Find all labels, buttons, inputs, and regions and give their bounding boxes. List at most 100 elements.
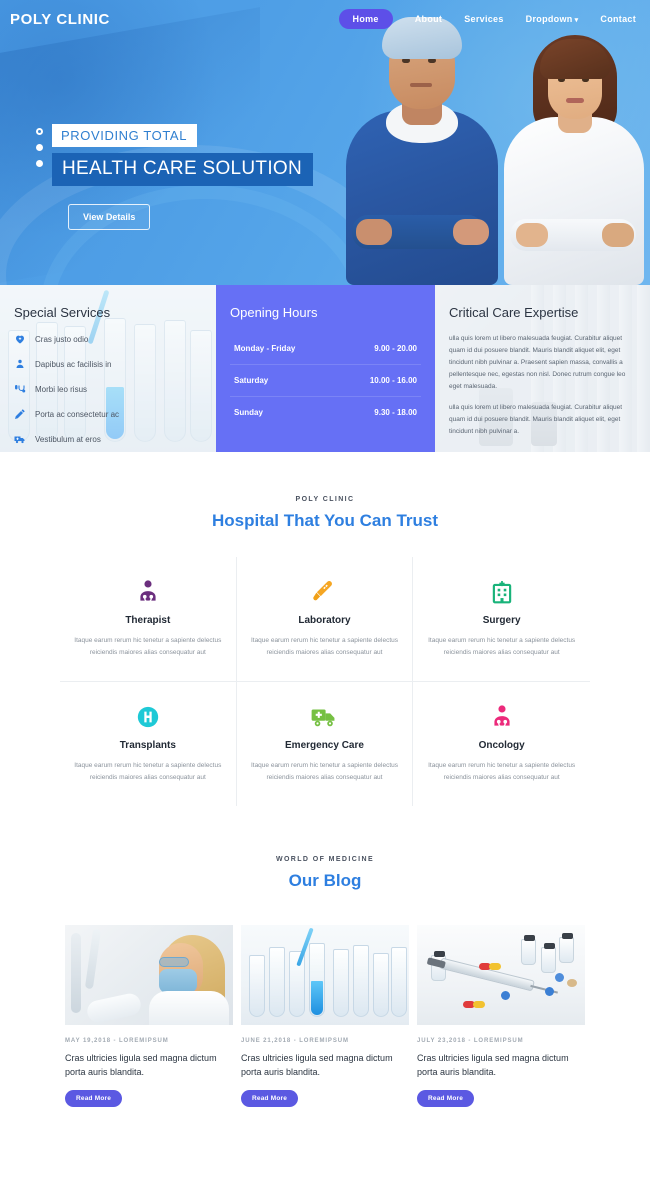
service-description: Itaque earum rerum hic tenetur a sapient… — [74, 637, 222, 657]
special-services-title: Special Services — [14, 305, 111, 320]
feature-panels: Special Services Cras justo odio Dapibus… — [0, 285, 650, 452]
blog-title: Our Blog — [288, 871, 362, 891]
list-item[interactable]: Porta ac consectetur ac — [14, 408, 202, 420]
male-doctor-figure — [340, 17, 505, 285]
special-services-panel: Special Services Cras justo odio Dapibus… — [0, 285, 216, 452]
services-eyebrow: POLY CLINIC — [295, 496, 355, 503]
blog-post-card[interactable]: MAY 19,2018 - LOREMIPSUM Cras ultricies … — [65, 925, 233, 1107]
nav-item-contact[interactable]: Contact — [600, 14, 636, 24]
hours-day: Monday - Friday — [234, 344, 296, 353]
site-brand-logo[interactable]: POLY CLINIC — [10, 11, 110, 28]
critical-care-paragraph: ulla quis lorem ut libero malesuada feug… — [449, 335, 626, 391]
service-description: Itaque earum rerum hic tenetur a sapient… — [428, 637, 576, 657]
hero-banner: POLY CLINIC Home About Services Dropdown… — [0, 0, 650, 285]
view-details-button[interactable]: View Details — [68, 204, 151, 230]
list-item-label: Morbi leo risus — [35, 384, 88, 394]
service-card-surgery[interactable]: Surgery Itaque earum rerum hic tenetur a… — [413, 557, 590, 683]
hours-day: Sunday — [234, 408, 263, 417]
service-description: Itaque earum rerum hic tenetur a sapient… — [250, 637, 399, 657]
slider-dots[interactable] — [36, 128, 43, 167]
table-row: Sunday 9.30 - 18.00 — [230, 397, 421, 428]
hero-content: PROVIDING TOTAL HEALTH CARE SOLUTION Vie… — [36, 124, 314, 230]
list-item[interactable]: Dapibus ac facilisis in — [14, 358, 202, 370]
hero-subtitle: PROVIDING TOTAL — [52, 124, 198, 147]
ambulance-green-icon — [312, 709, 335, 727]
service-card-therapist[interactable]: Therapist Itaque earum rerum hic tenetur… — [60, 557, 237, 683]
ambulance-icon — [14, 436, 25, 444]
service-card-emergency[interactable]: Emergency Care Itaque earum rerum hic te… — [237, 682, 414, 807]
blog-meta: JULY 23,2018 - LOREMIPSUM — [417, 1038, 524, 1045]
critical-care-title: Critical Care Expertise — [449, 305, 579, 320]
services-grid: Therapist Itaque earum rerum hic tenetur… — [60, 557, 590, 807]
nav-label: Contact — [600, 14, 636, 24]
blog-thumbnail-syringe-vials[interactable] — [417, 925, 585, 1026]
main-navigation: POLY CLINIC Home About Services Dropdown… — [0, 0, 650, 38]
blog-grid: MAY 19,2018 - LOREMIPSUM Cras ultricies … — [65, 925, 585, 1107]
services-section-header: POLY CLINIC Hospital That You Can Trust — [0, 452, 650, 531]
female-doctor-figure — [500, 17, 650, 285]
service-card-transplants[interactable]: Transplants Itaque earum rerum hic tenet… — [60, 682, 237, 807]
service-name: Oncology — [478, 740, 525, 752]
list-item[interactable]: Cras justo odio — [14, 333, 202, 345]
blog-post-card[interactable]: JULY 23,2018 - LOREMIPSUM Cras ultricies… — [417, 925, 585, 1107]
service-name: Surgery — [482, 615, 521, 626]
blog-eyebrow: WORLD OF MEDICINE — [275, 856, 375, 864]
hours-day: Saturday — [234, 376, 269, 385]
blog-meta: MAY 19,2018 - LOREMIPSUM — [65, 1038, 169, 1045]
hero-title: HEALTH CARE SOLUTION — [52, 153, 314, 186]
blog-thumbnail-scientist[interactable] — [65, 925, 233, 1026]
table-row: Monday - Friday 9.00 - 20.00 — [230, 333, 421, 365]
list-item-label: Dapibus ac facilisis in — [35, 359, 112, 369]
service-name: Emergency Care — [285, 740, 364, 752]
slider-dot[interactable] — [36, 144, 43, 151]
service-name: Transplants — [119, 740, 176, 752]
person-icon — [16, 359, 24, 368]
service-name: Therapist — [125, 615, 171, 626]
service-card-oncology[interactable]: Oncology Itaque earum rerum hic tenetur … — [413, 682, 590, 806]
doctor-purple-icon — [140, 580, 156, 603]
table-row: Saturday 10.00 - 16.00 — [230, 365, 421, 397]
blog-post-title[interactable]: Cras ultricies ligula sed magna dictum p… — [241, 1051, 409, 1080]
service-description: Itaque earum rerum hic tenetur a sapient… — [250, 762, 399, 782]
read-more-button[interactable]: Read More — [65, 1089, 123, 1107]
blog-thumbnail-test-tubes[interactable] — [241, 925, 409, 1026]
blog-post-card[interactable]: JUNE 21,2018 - LOREMIPSUM Cras ultricies… — [241, 925, 409, 1107]
list-item-label: Cras justo odio — [35, 334, 89, 344]
blog-section-header: WORLD OF MEDICINE Our Blog — [0, 806, 650, 891]
blog-meta: JUNE 21,2018 - LOREMIPSUM — [241, 1038, 349, 1045]
list-item-label: Porta ac consectetur ac — [35, 409, 120, 419]
hospital-green-icon — [492, 580, 511, 604]
list-item-label: Vestibulum at eros — [35, 434, 101, 444]
special-services-list: Cras justo odio Dapibus ac facilisis in … — [14, 333, 202, 445]
nav-label: Home — [352, 14, 379, 24]
slider-dot[interactable] — [36, 160, 43, 167]
read-more-button[interactable]: Read More — [241, 1089, 299, 1107]
list-item[interactable]: Vestibulum at eros — [14, 433, 202, 445]
blog-post-title[interactable]: Cras ultricies ligula sed magna dictum p… — [417, 1051, 585, 1080]
slider-dot-active[interactable] — [36, 128, 43, 135]
nav-item-dropdown[interactable]: Dropdown ▾ — [526, 14, 579, 24]
nav-label: About — [414, 14, 443, 24]
nav-item-home[interactable]: Home — [338, 9, 393, 29]
nav-item-about[interactable]: About — [415, 14, 443, 24]
nav-label: Dropdown — [525, 14, 573, 24]
doctors-photo — [340, 0, 650, 285]
heart-icon — [16, 335, 24, 344]
hours-time: 9.00 - 20.00 — [374, 344, 417, 353]
nav-links: Home About Services Dropdown ▾ Contact — [338, 9, 636, 29]
read-more-button[interactable]: Read More — [417, 1089, 475, 1107]
hours-time: 9.30 - 18.00 — [374, 408, 417, 417]
doctor-pink-icon — [494, 705, 510, 728]
stethoscope-icon — [15, 385, 26, 393]
blog-post-title[interactable]: Cras ultricies ligula sed magna dictum p… — [65, 1051, 233, 1080]
service-name: Laboratory — [298, 615, 351, 626]
nav-label: Services — [464, 14, 504, 24]
critical-care-panel: Critical Care Expertise ulla quis lorem … — [435, 285, 650, 452]
page-title: Hospital That You Can Trust — [211, 511, 439, 530]
nav-item-services[interactable]: Services — [464, 14, 503, 24]
opening-hours-title: Opening Hours — [230, 305, 318, 320]
critical-care-paragraph: ulla quis lorem ut libero malesuada feug… — [449, 404, 623, 436]
list-item[interactable]: Morbi leo risus — [14, 383, 202, 395]
service-card-laboratory[interactable]: Laboratory Itaque earum rerum hic tenetu… — [236, 557, 414, 683]
chevron-down-icon: ▾ — [574, 17, 579, 24]
